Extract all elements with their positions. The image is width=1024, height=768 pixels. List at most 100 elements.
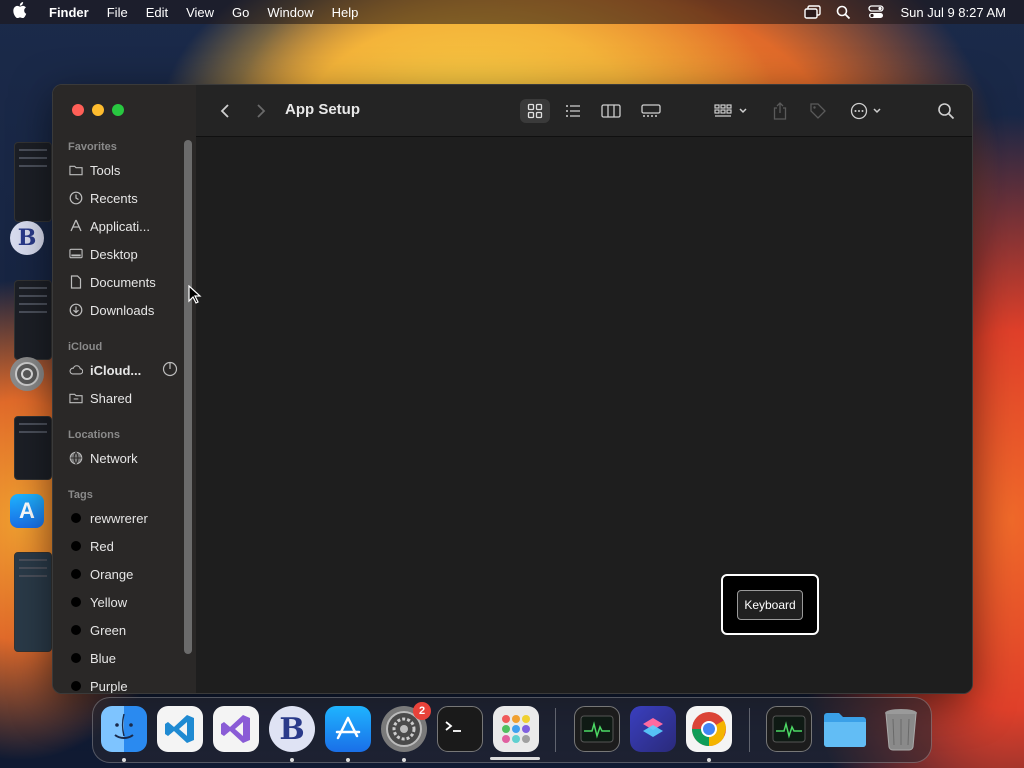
- icloud-section-title: iCloud: [68, 341, 103, 353]
- share-icon: [773, 102, 787, 120]
- tag-dot-icon: [71, 625, 81, 635]
- sidebar-tag-yellow[interactable]: Yellow: [69, 591, 127, 613]
- gallery-view-button[interactable]: [638, 99, 664, 123]
- minimize-button[interactable]: [92, 104, 104, 116]
- back-button[interactable]: [216, 99, 234, 123]
- menu-go[interactable]: Go: [223, 5, 258, 20]
- control-center-icon[interactable]: [868, 5, 885, 19]
- menu-edit[interactable]: Edit: [137, 5, 177, 20]
- stage-thumbnail-window[interactable]: [14, 552, 52, 652]
- sidebar-item-network[interactable]: Network: [69, 447, 138, 469]
- sidebar-item-label: Desktop: [90, 246, 138, 262]
- sidebar-scrollbar[interactable]: [184, 140, 192, 654]
- spotlight-search-icon[interactable]: [836, 5, 852, 20]
- gallery-icon: [641, 104, 661, 117]
- finder-toolbar: App Setup: [196, 85, 972, 137]
- list-view-button[interactable]: [560, 99, 586, 123]
- sidebar-item-label: Applicati...: [90, 218, 150, 234]
- menu-view[interactable]: View: [177, 5, 223, 20]
- tags-button[interactable]: [806, 99, 830, 123]
- desktop-icon: [69, 247, 83, 261]
- bbedit-stage-icon[interactable]: B: [10, 221, 44, 255]
- forward-button[interactable]: [252, 99, 270, 123]
- sidebar-item-label: Shared: [90, 390, 132, 406]
- menu-app-name[interactable]: Finder: [40, 5, 98, 20]
- sidebar-tag-green[interactable]: Green: [69, 619, 126, 641]
- trash-dock-icon[interactable]: [878, 706, 924, 752]
- window-controls: [72, 104, 124, 116]
- activity-monitor-dock-icon[interactable]: [574, 706, 620, 752]
- launchpad-dock-icon[interactable]: [493, 706, 539, 752]
- stage-thumbnail-window[interactable]: [14, 280, 52, 360]
- finder-dock-icon[interactable]: [101, 706, 147, 752]
- stage-thumbnail-window[interactable]: [14, 142, 52, 222]
- sidebar-item-tools[interactable]: Tools: [69, 159, 120, 181]
- sync-progress-icon: [162, 361, 178, 380]
- dock: B 2: [92, 697, 932, 763]
- apple-menu-icon[interactable]: [0, 2, 40, 22]
- close-button[interactable]: [72, 104, 84, 116]
- finder-content-area[interactable]: [196, 137, 972, 693]
- sidebar-tag-blue[interactable]: Blue: [69, 647, 116, 669]
- system-settings-stage-icon[interactable]: [10, 357, 44, 391]
- zoom-button[interactable]: [112, 104, 124, 116]
- sidebar-item-label: Recents: [90, 190, 138, 206]
- finder-sidebar: Favorites Tools Recents Applicati... Des…: [53, 85, 196, 693]
- sidebar-item-label: Documents: [90, 274, 156, 290]
- screen-mirroring-icon[interactable]: [804, 5, 822, 19]
- sidebar-item-label: Yellow: [90, 594, 128, 610]
- sidebar-item-applications[interactable]: Applicati...: [69, 215, 150, 237]
- finder-window: Favorites Tools Recents Applicati... Des…: [52, 84, 973, 694]
- sidebar-item-label: Orange: [90, 566, 134, 582]
- tag-dot-icon: [71, 569, 81, 579]
- visual-studio-dock-icon[interactable]: [213, 706, 259, 752]
- sidebar-tag-red[interactable]: Red: [69, 535, 114, 557]
- sidebar-item-label: Network: [90, 450, 138, 466]
- vscode-dock-icon[interactable]: [157, 706, 203, 752]
- sidebar-item-label: Downloads: [90, 302, 155, 318]
- search-button[interactable]: [934, 99, 958, 123]
- column-view-button[interactable]: [598, 99, 624, 123]
- share-button[interactable]: [768, 99, 792, 123]
- running-indicator: [290, 758, 294, 762]
- ellipsis-circle-icon: [850, 102, 881, 120]
- sidebar-item-label: Green: [90, 622, 127, 638]
- sidebar-tag-orange[interactable]: Orange: [69, 563, 133, 585]
- keyboard-button[interactable]: Keyboard: [737, 589, 803, 620]
- tag-dot-icon: [71, 597, 81, 607]
- document-icon: [69, 275, 83, 289]
- sidebar-item-label: Tools: [90, 162, 121, 178]
- dock-scroll-indicator: [490, 757, 540, 760]
- more-actions-button[interactable]: [848, 99, 888, 123]
- group-by-button[interactable]: [712, 99, 752, 123]
- sidebar-item-downloads[interactable]: Downloads: [69, 299, 154, 321]
- sidebar-tag-rewwrerer[interactable]: rewwrerer: [69, 507, 148, 529]
- menu-window[interactable]: Window: [258, 5, 322, 20]
- system-settings-dock-icon[interactable]: 2: [381, 702, 431, 752]
- app-store-stage-icon[interactable]: A: [10, 494, 44, 528]
- bbedit-dock-icon[interactable]: B: [269, 706, 315, 752]
- search-icon: [938, 103, 955, 120]
- downloads-folder-dock-icon[interactable]: [822, 706, 868, 752]
- sidebar-item-shared[interactable]: Shared: [69, 387, 132, 409]
- sidebar-tag-purple[interactable]: Purple: [69, 675, 128, 693]
- stage-thumbnail-window[interactable]: [14, 416, 52, 480]
- sidebar-item-label: iCloud...: [90, 362, 142, 378]
- menu-file[interactable]: File: [98, 5, 137, 20]
- icon-view-button[interactable]: [520, 99, 550, 123]
- sidebar-item-documents[interactable]: Documents: [69, 271, 156, 293]
- menu-help[interactable]: Help: [323, 5, 368, 20]
- menubar-clock[interactable]: Sun Jul 9 8:27 AM: [900, 5, 1006, 20]
- folder-icon: [69, 163, 83, 177]
- shortcuts-dock-icon[interactable]: [630, 706, 676, 752]
- mouse-pointer-icon: [188, 285, 202, 304]
- sidebar-item-icloud-drive[interactable]: iCloud...: [69, 359, 178, 381]
- terminal-dock-icon[interactable]: [437, 706, 483, 752]
- activity-monitor-minimized-icon[interactable]: [766, 706, 812, 752]
- running-indicator: [346, 758, 350, 762]
- locations-section-title: Locations: [68, 429, 120, 441]
- sidebar-item-recents[interactable]: Recents: [69, 187, 138, 209]
- chrome-dock-icon[interactable]: [686, 706, 732, 752]
- sidebar-item-desktop[interactable]: Desktop: [69, 243, 138, 265]
- app-store-dock-icon[interactable]: [325, 706, 371, 752]
